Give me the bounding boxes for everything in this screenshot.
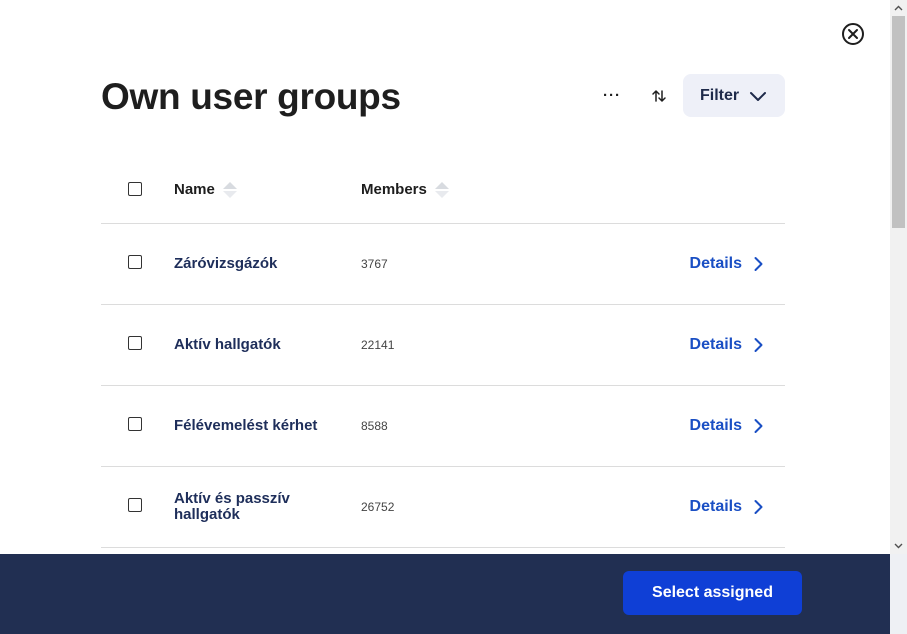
- scroll-down-arrow-icon[interactable]: [893, 540, 904, 551]
- close-button[interactable]: [841, 22, 865, 46]
- group-members-count: 3767: [361, 257, 388, 271]
- chevron-right-icon: [754, 419, 763, 433]
- column-header-name-label: Name: [174, 181, 215, 198]
- details-label: Details: [689, 498, 742, 515]
- chevron-right-icon: [754, 338, 763, 352]
- row-checkbox[interactable]: [128, 336, 142, 350]
- chevron-right-icon: [754, 257, 763, 271]
- user-groups-table: Name Members Záróvizsgázók 3767 Details …: [101, 157, 785, 548]
- toolbar: ··· Filter: [590, 74, 785, 117]
- details-link[interactable]: Details: [690, 224, 763, 304]
- select-all-checkbox[interactable]: [128, 182, 142, 196]
- column-header-members-label: Members: [361, 181, 427, 198]
- table-row: Záróvizsgázók 3767 Details: [101, 224, 785, 305]
- sort-arrows-icon: [434, 181, 449, 198]
- filter-label: Filter: [700, 86, 740, 104]
- details-label: Details: [689, 417, 742, 434]
- table-row: Félévemelést kérhet 8588 Details: [101, 386, 785, 467]
- row-checkbox[interactable]: [128, 255, 142, 269]
- group-name: Félévemelést kérhet: [174, 417, 318, 434]
- details-link[interactable]: Details: [690, 305, 763, 385]
- details-link[interactable]: Details: [690, 386, 763, 466]
- more-options-button[interactable]: ···: [598, 74, 626, 117]
- table-header-row: Name Members: [101, 157, 785, 224]
- select-assigned-button[interactable]: Select assigned: [623, 571, 802, 615]
- details-label: Details: [689, 336, 742, 353]
- filter-button[interactable]: Filter: [683, 74, 785, 117]
- row-checkbox[interactable]: [128, 498, 142, 512]
- group-name: Aktív hallgatók: [174, 336, 281, 353]
- group-members-count: 22141: [361, 338, 395, 352]
- row-checkbox[interactable]: [128, 417, 142, 431]
- close-circle-icon: [842, 23, 864, 45]
- chevron-down-icon: [750, 91, 767, 101]
- scrollbar-thumb[interactable]: [892, 16, 905, 228]
- chevron-right-icon: [754, 500, 763, 514]
- scroll-up-arrow-icon[interactable]: [893, 2, 904, 13]
- sort-button[interactable]: [646, 74, 672, 117]
- sort-arrows-icon: [222, 181, 237, 198]
- table-row: Aktív hallgatók 22141 Details: [101, 305, 785, 386]
- group-members-count: 26752: [361, 500, 395, 514]
- column-header-members[interactable]: Members: [361, 181, 449, 198]
- page-title: Own user groups: [101, 76, 401, 117]
- details-label: Details: [689, 255, 742, 272]
- column-header-name[interactable]: Name: [174, 181, 237, 198]
- group-members-count: 8588: [361, 419, 388, 433]
- details-link[interactable]: Details: [690, 467, 763, 547]
- group-name: Aktív és passzív hallgatók: [174, 490, 290, 523]
- modal-footer: Select assigned: [0, 554, 890, 634]
- sort-arrows-icon: [652, 89, 666, 102]
- vertical-scrollbar[interactable]: [890, 0, 907, 554]
- table-row: Aktív és passzív hallgatók 26752 Details: [101, 467, 785, 548]
- background-strip: [890, 554, 907, 634]
- user-groups-modal: Own user groups ··· Filter Name Members: [0, 0, 890, 634]
- group-name: Záróvizsgázók: [174, 255, 278, 272]
